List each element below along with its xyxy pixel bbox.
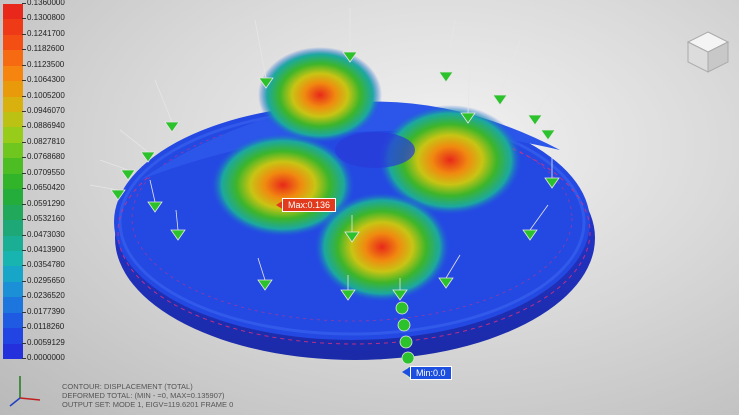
legend-value: 0.0473030	[27, 229, 65, 239]
legend-tick	[22, 296, 26, 298]
legend-swatch	[3, 65, 23, 82]
min-marker-pointer	[402, 367, 410, 377]
legend-swatch	[3, 204, 23, 221]
legend-swatch	[3, 173, 23, 190]
legend-tick	[22, 358, 26, 359]
legend-tick	[22, 249, 26, 251]
legend-swatch	[3, 250, 23, 267]
legend-swatch	[3, 4, 23, 20]
legend-tick	[22, 311, 26, 313]
legend-value: 0.0413900	[27, 244, 65, 254]
legend-tick	[22, 327, 26, 329]
legend-swatch	[3, 281, 23, 298]
legend-tick	[22, 342, 26, 344]
legend-swatch	[3, 343, 23, 359]
legend-swatch	[3, 266, 23, 282]
contour-info-line: CONTOUR: DISPLACEMENT (TOTAL)	[62, 382, 193, 391]
legend-value: 0.0177390	[27, 306, 65, 316]
legend-swatch	[3, 142, 23, 159]
legend-value: 0.0000000	[27, 353, 65, 362]
legend-tick	[22, 18, 26, 20]
legend-value: 0.0354780	[27, 260, 65, 270]
legend-swatch	[3, 328, 23, 344]
legend-swatch	[3, 297, 23, 313]
fe-model-view[interactable]	[0, 0, 739, 415]
legend-value: 0.1123500	[27, 59, 65, 69]
legend-tick	[22, 49, 26, 51]
legend-tick	[22, 172, 26, 174]
legend-tick	[22, 188, 26, 190]
legend-tick	[22, 219, 26, 221]
legend-value: 0.1182600	[27, 44, 65, 54]
legend-swatch	[3, 34, 23, 51]
legend-tick	[22, 33, 26, 35]
graphics-viewport[interactable]: 0.1360000 0.1300800 0.1241700 0.1182600 0.11…	[0, 0, 739, 415]
legend-tick	[22, 126, 26, 128]
bump-back	[258, 47, 382, 143]
legend-value: 0.0118260	[27, 322, 65, 332]
legend-tick	[22, 111, 26, 113]
view-cube-icon[interactable]	[684, 28, 732, 76]
legend-value: 0.0946070	[27, 106, 65, 116]
legend-value: 0.1005200	[27, 90, 65, 100]
legend-value: 0.1064300	[27, 75, 65, 85]
legend-swatch	[3, 81, 23, 97]
max-marker-label[interactable]: Max:0.136	[282, 198, 337, 212]
legend-swatch	[3, 235, 23, 251]
legend-swatch	[3, 312, 23, 329]
min-marker-label[interactable]: Min:0.0	[410, 366, 452, 380]
saddle-center	[335, 132, 415, 168]
legend-value: 0.1360000	[27, 0, 65, 7]
legend-tick	[22, 280, 26, 282]
output-info: CONTOUR: DISPLACEMENT (TOTAL) DEFORMED T…	[62, 382, 233, 409]
legend-value: 0.0650420	[27, 183, 65, 193]
deformed-info-line: DEFORMED TOTAL: (MIN - =0, MAX=0.135907)	[62, 391, 225, 400]
legend-value: 0.1241700	[27, 28, 65, 38]
legend-tick	[22, 3, 26, 4]
legend-swatch	[3, 127, 23, 143]
output-set-info-line: OUTPUT SET: MODE 1, EIGV=119.6201 FRAME …	[62, 400, 234, 409]
legend-swatch	[3, 112, 23, 128]
axis-triad-icon	[9, 376, 41, 407]
legend-swatch	[3, 189, 23, 205]
legend-value: 0.0532160	[27, 214, 65, 224]
legend-swatch	[3, 50, 23, 66]
legend-value: 0.0768680	[27, 152, 65, 162]
legend-value: 0.0295650	[27, 275, 65, 285]
legend-value: 0.0059129	[27, 337, 65, 347]
legend-swatch	[3, 19, 23, 35]
legend-value: 0.0827810	[27, 136, 65, 146]
legend-tick	[22, 157, 26, 159]
legend-tick	[22, 234, 26, 236]
legend-value: 0.0591290	[27, 198, 65, 208]
legend-tick	[22, 95, 26, 97]
legend-tick	[22, 203, 26, 205]
legend-tick	[22, 80, 26, 82]
legend-tick	[22, 141, 26, 143]
legend-value: 0.1300800	[27, 13, 65, 23]
legend-value: 0.0709550	[27, 167, 65, 177]
legend-value: 0.0886940	[27, 121, 65, 131]
legend-swatch	[3, 158, 23, 174]
legend-tick	[22, 64, 26, 66]
legend-tick	[22, 265, 26, 267]
legend-swatch	[3, 220, 23, 236]
legend-value: 0.0236520	[27, 291, 65, 301]
legend-swatch	[3, 96, 23, 113]
